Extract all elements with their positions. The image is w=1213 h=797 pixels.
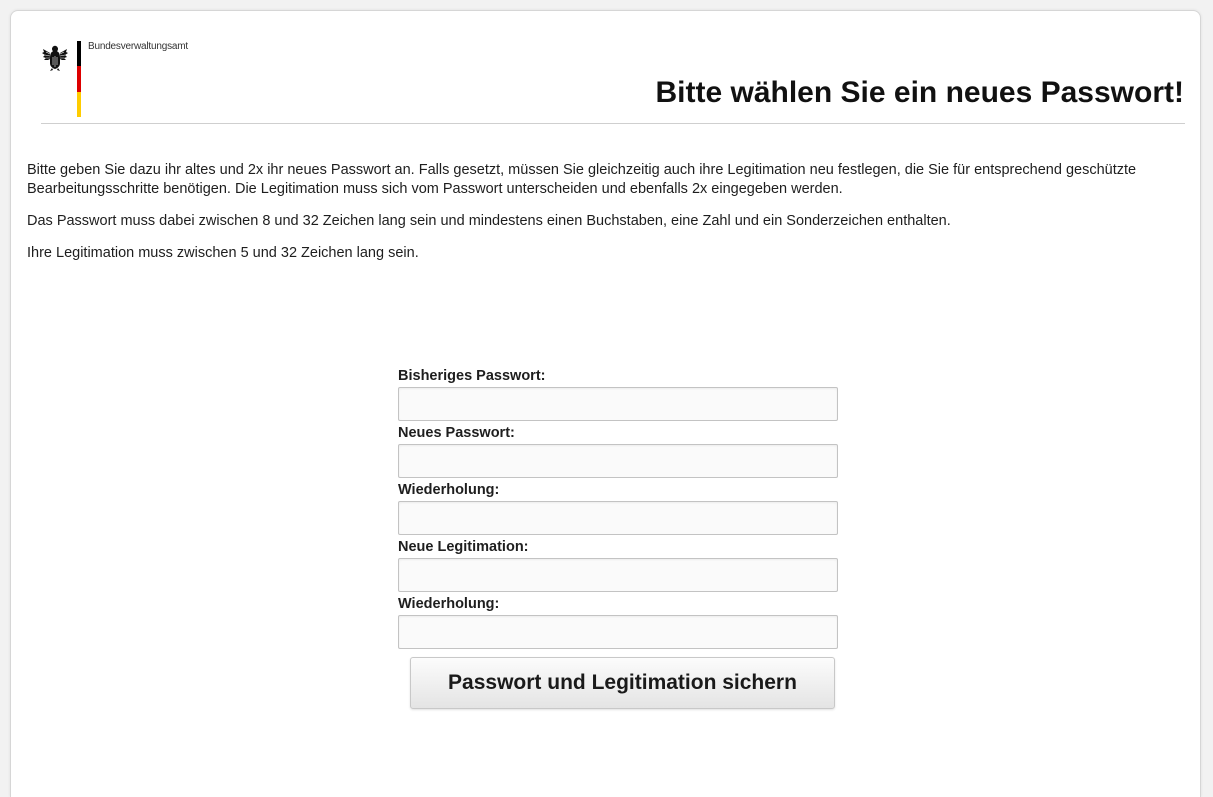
flag-gold-stripe bbox=[77, 91, 81, 117]
save-password-and-legitimation-button[interactable]: Passwort und Legitimation sichern bbox=[410, 657, 835, 709]
new-legitimation-repeat-input[interactable] bbox=[398, 615, 838, 649]
flag-red-stripe bbox=[77, 66, 81, 92]
german-flag-stripe bbox=[77, 41, 81, 117]
new-password-input[interactable] bbox=[398, 444, 838, 478]
change-password-form: Bisheriges Passwort: Neues Passwort: Wie… bbox=[398, 367, 840, 709]
instructions: Bitte geben Sie dazu ihr altes und 2x ih… bbox=[27, 161, 1177, 276]
old-password-label: Bisheriges Passwort: bbox=[398, 368, 546, 384]
legitimation-rules-text: Ihre Legitimation muss zwischen 5 und 32… bbox=[27, 245, 419, 261]
new-legitimation-repeat-label: Wiederholung: bbox=[398, 596, 500, 612]
new-password-repeat-input[interactable] bbox=[398, 501, 838, 535]
new-legitimation-input[interactable] bbox=[398, 558, 838, 592]
instructions-paragraph-1: Bitte geben Sie dazu ihr altes und 2x ih… bbox=[27, 162, 1137, 197]
flag-black-stripe bbox=[77, 41, 81, 67]
new-password-label: Neues Passwort: bbox=[398, 425, 515, 441]
old-password-input[interactable] bbox=[398, 387, 838, 421]
page-card: Bundesverwaltungsamt Bitte wählen Sie ei… bbox=[10, 10, 1201, 797]
header-divider bbox=[41, 123, 1185, 124]
agency-name: Bundesverwaltungsamt bbox=[88, 41, 188, 52]
password-rules-text: Das Passwort muss dabei zwischen 8 und 3… bbox=[27, 213, 951, 229]
page-title: Bitte wählen Sie ein neues Passwort! bbox=[655, 76, 1185, 109]
new-legitimation-label: Neue Legitimation: bbox=[398, 539, 529, 555]
new-password-repeat-label: Wiederholung: bbox=[398, 482, 500, 498]
federal-eagle-icon bbox=[42, 45, 68, 71]
